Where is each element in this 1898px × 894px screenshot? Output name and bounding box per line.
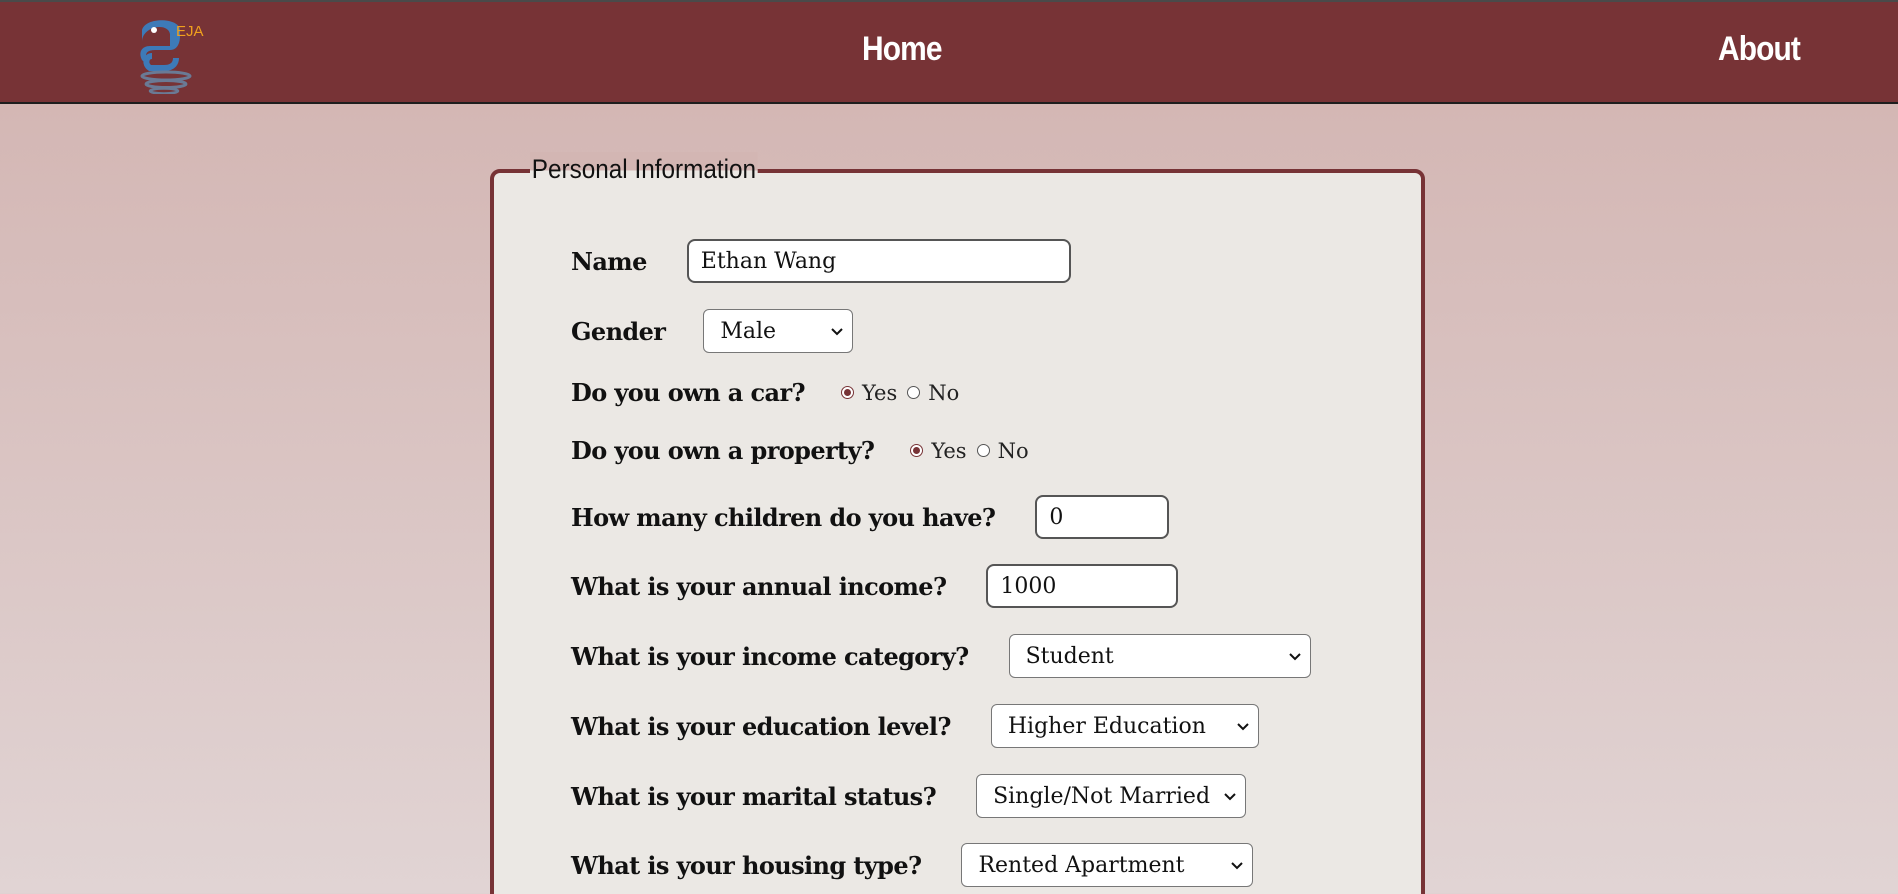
property-no-label[interactable]: No [998,439,1029,463]
car-yes-radio[interactable] [840,386,854,399]
chevron-down-icon [1288,653,1301,661]
nav-home-link[interactable]: Home [862,30,942,69]
income-row: What is your annual income? [571,564,1179,608]
marital-selected-value: Single/Not Married [993,783,1211,809]
property-yes-label[interactable]: Yes [931,439,966,463]
education-label: What is your education level? [571,711,951,741]
name-label: Name [571,246,647,276]
income-category-label: What is your income category? [571,641,969,671]
marital-label: What is your marital status? [571,781,937,811]
income-input[interactable] [986,564,1179,608]
education-select[interactable]: Higher Education [990,704,1259,748]
car-no-radio[interactable] [907,386,921,399]
gender-select[interactable]: Male [703,309,854,353]
property-radio-group: Yes No [910,439,1038,463]
property-no-radio[interactable] [976,444,990,457]
property-label: Do you own a property? [571,436,875,465]
name-row: Name [571,239,1071,283]
housing-row: What is your housing type? Rented Apartm… [571,843,1254,887]
car-radio-group: Yes No [840,381,969,405]
income-category-selected-value: Student [1025,643,1114,669]
car-label: Do you own a car? [571,378,806,407]
logo-text: EJA [176,23,204,40]
property-yes-radio[interactable] [910,444,924,457]
education-selected-value: Higher Education [1007,713,1206,739]
nav-about-link[interactable]: About [1718,30,1801,69]
gender-selected-value: Male [720,318,777,344]
housing-select[interactable]: Rented Apartment [961,843,1254,887]
children-input[interactable] [1035,495,1170,539]
python-java-logo[interactable]: EJA [124,12,206,94]
gender-label: Gender [571,316,666,346]
car-yes-label[interactable]: Yes [862,381,897,405]
housing-label: What is your housing type? [571,850,922,880]
children-row: How many children do you have? [571,495,1170,539]
income-category-row: What is your income category? Student [571,634,1311,678]
property-row: Do you own a property? Yes No [571,436,1039,465]
chevron-down-icon [831,328,844,336]
children-label: How many children do you have? [571,502,996,532]
income-category-select[interactable]: Student [1008,634,1311,678]
marital-select[interactable]: Single/Not Married [976,774,1247,818]
chevron-down-icon [1224,793,1236,801]
housing-selected-value: Rented Apartment [978,852,1185,878]
income-label: What is your annual income? [571,571,947,601]
chevron-down-icon [1237,723,1249,731]
top-navbar: EJA Home About [0,0,1898,104]
car-no-label[interactable]: No [928,381,959,405]
gender-row: Gender Male [571,309,854,353]
fieldset-legend: Personal Information [530,152,758,186]
name-input[interactable] [686,239,1071,283]
education-row: What is your education level? Higher Edu… [571,704,1259,748]
car-row: Do you own a car? Yes No [571,378,969,407]
chevron-down-icon [1231,862,1244,870]
marital-row: What is your marital status? Single/Not … [571,774,1247,818]
